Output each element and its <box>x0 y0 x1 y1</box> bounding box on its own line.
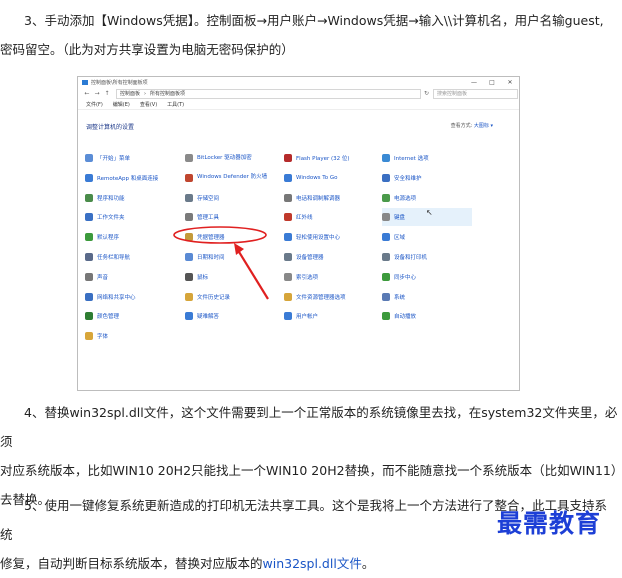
step-3-paragraph: 3、手动添加【Windows凭据】。控制面板→用户账户→Windows凭据→输入… <box>0 6 618 64</box>
step-5-line-2-suffix: 。 <box>361 556 375 571</box>
watermark: 最需教育 <box>497 509 602 538</box>
step-3-line-1: 3、手动添加【Windows凭据】。控制面板→用户账户→Windows凭据→输入… <box>24 13 604 28</box>
highlight-ellipse <box>173 226 267 244</box>
step-4-line-1: 4、替换win32spl.dll文件，这个文件需要到上一个正常版本的系统镜像里去… <box>0 405 618 449</box>
step-4-line-2: 对应系统版本，比如WIN10 20H2只能找上一个WIN10 20H2替换，而不… <box>0 463 622 478</box>
step-5-line-2-prefix: 修复，自动判断目标系统版本，替换对应版本的 <box>0 556 263 571</box>
step-5-line-2: 修复，自动判断目标系统版本，替换对应版本的win32spl.dll文件。 <box>0 549 618 578</box>
win32spl-link[interactable]: win32spl.dll文件 <box>263 556 362 571</box>
arrow-shaft <box>235 246 269 300</box>
annotation-overlay <box>173 226 269 300</box>
step-3-line-2: 密码留空。（此为对方共享设置为电脑无密码保护的） <box>0 42 294 57</box>
control-panel-screenshot: 控制面板\所有控制面板项 — □ ✕ ← → ↑ 控制面板 › 所有控制面板项 … <box>77 76 520 391</box>
